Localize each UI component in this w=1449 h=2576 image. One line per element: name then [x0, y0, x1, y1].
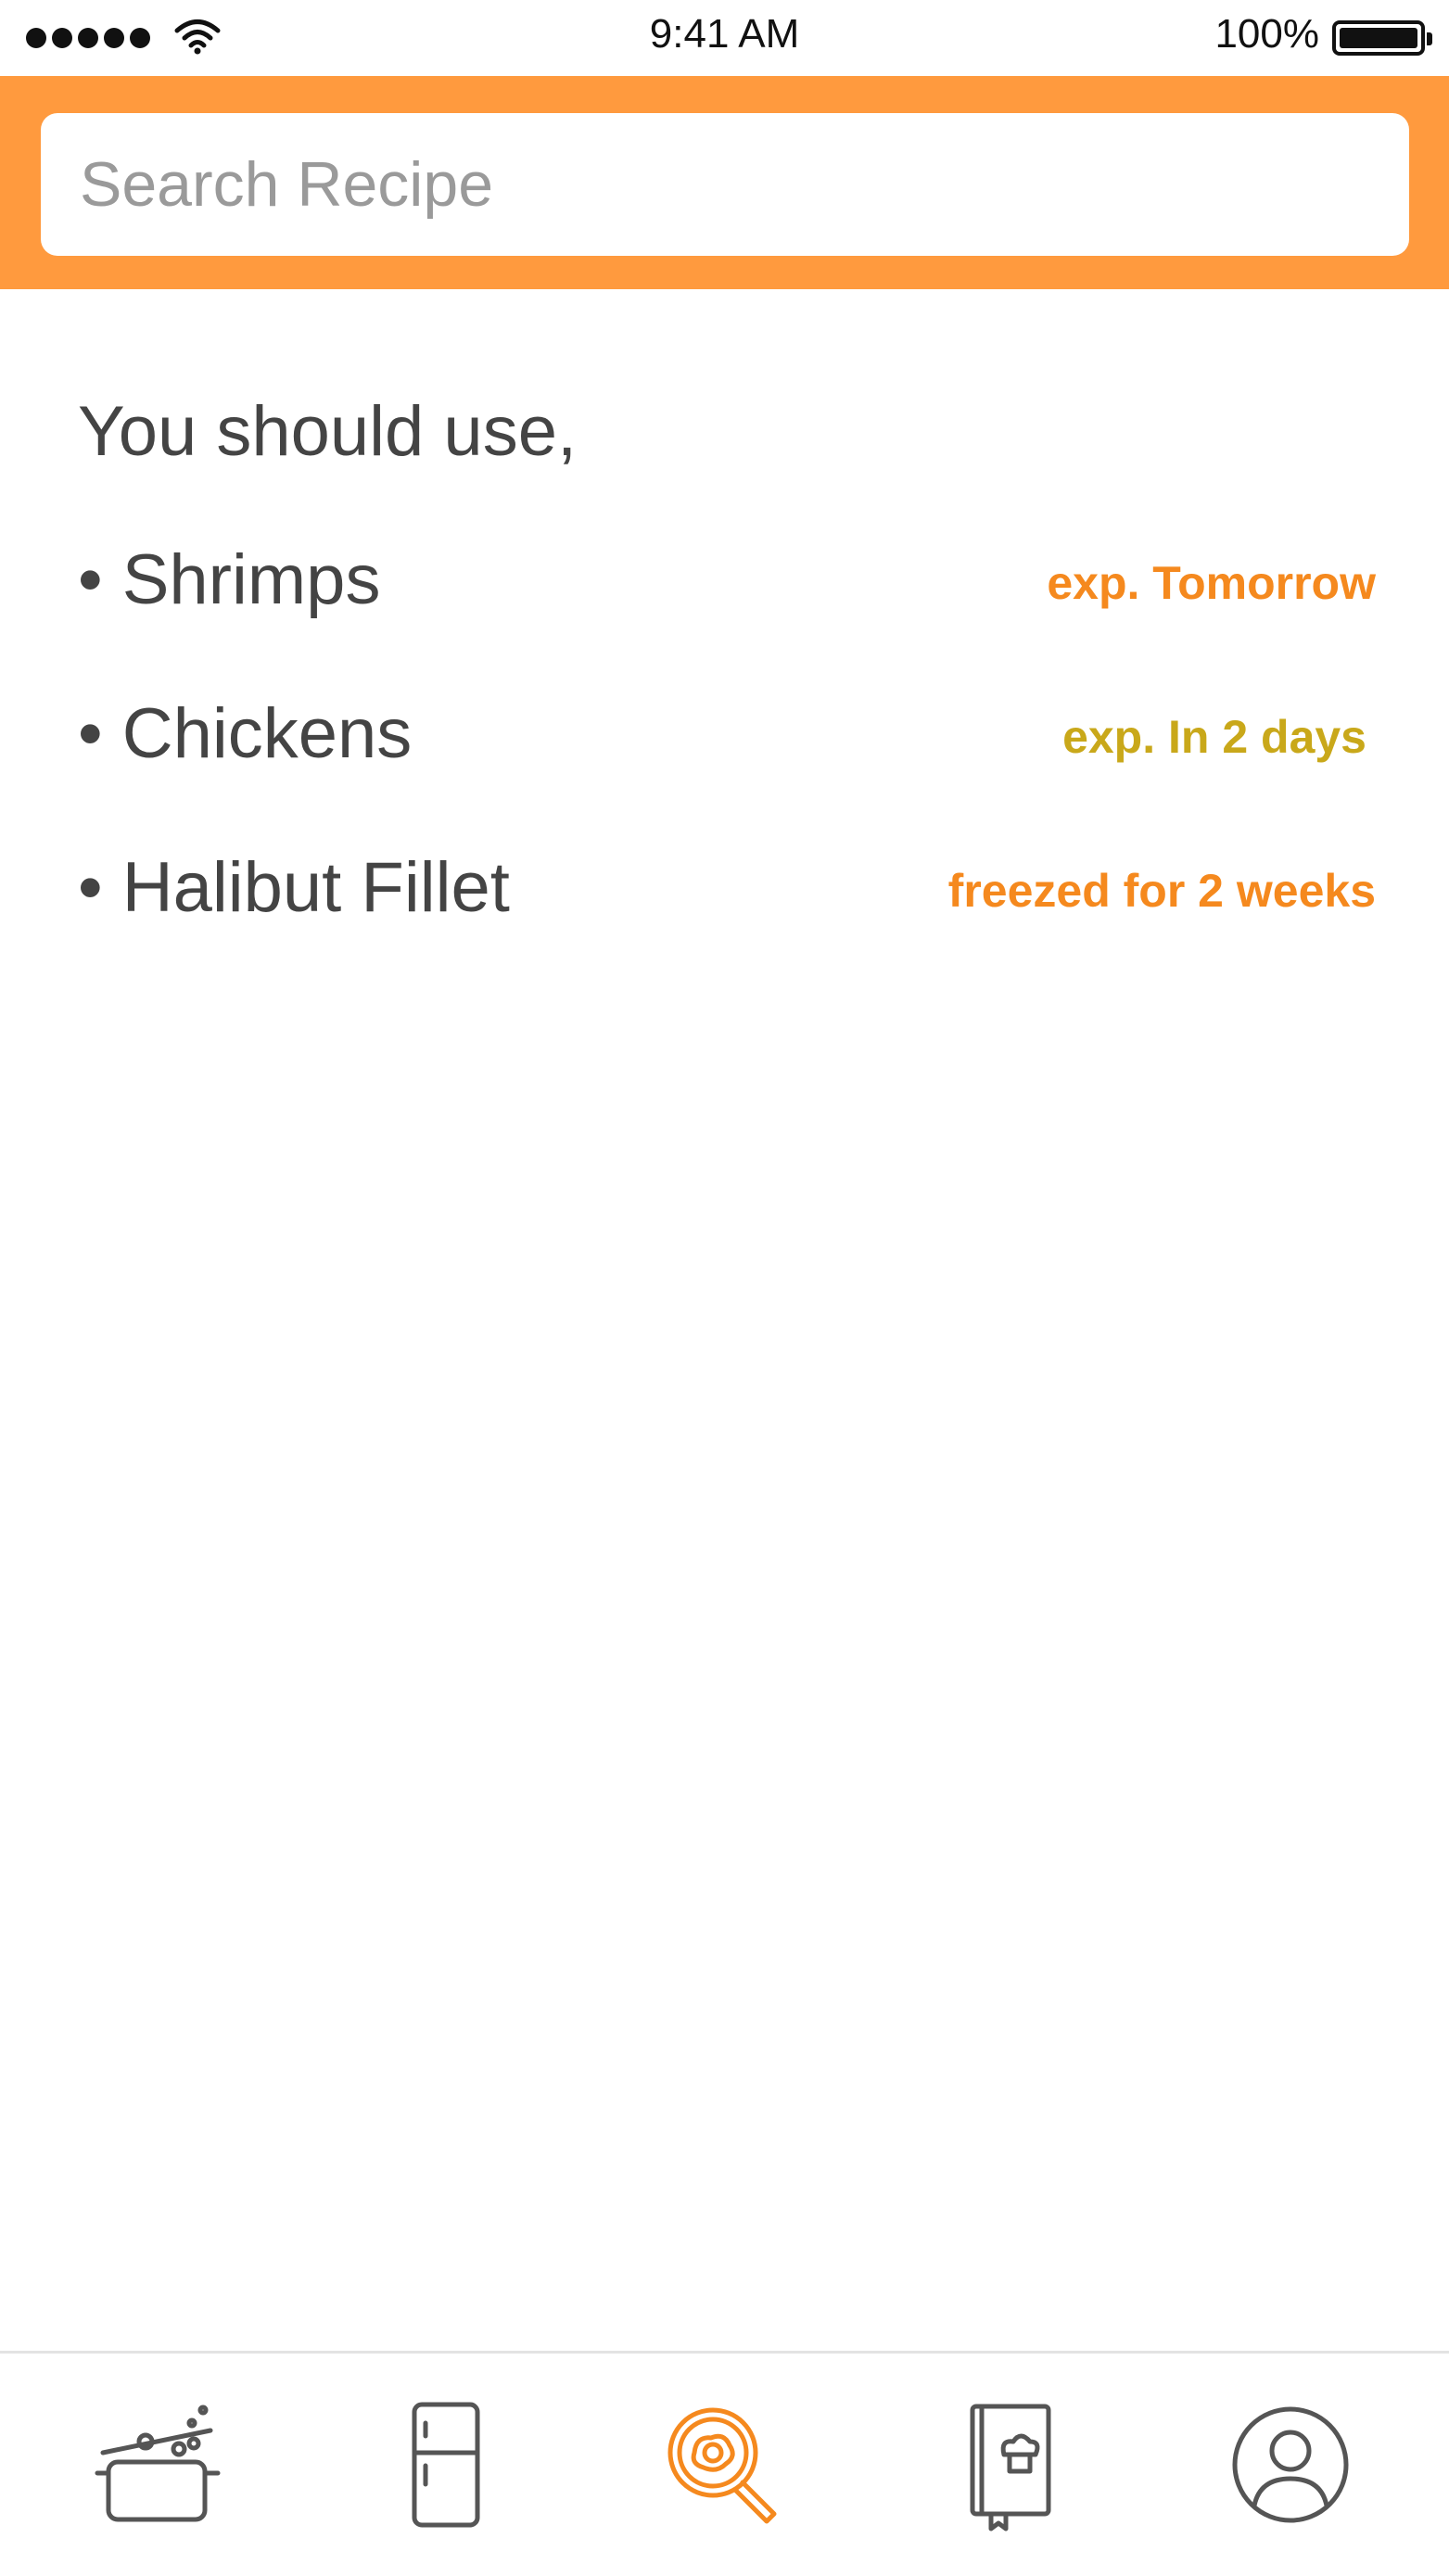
list-item[interactable]: • Halibut Fillet freezed for 2 weeks: [78, 847, 1376, 931]
tab-recipe-book[interactable]: [936, 2391, 1085, 2539]
tab-bar: [0, 2351, 1449, 2576]
expiry-status: freezed for 2 weeks: [947, 865, 1376, 917]
ingredient-name: • Shrimps: [78, 540, 381, 619]
list-item[interactable]: • Chickens exp. In 2 days: [78, 693, 1376, 777]
tab-fridge[interactable]: [371, 2391, 519, 2539]
status-bar: 9:41 AM 100%: [0, 0, 1449, 76]
profile-icon: [1232, 2406, 1349, 2523]
tab-cooking[interactable]: [83, 2391, 232, 2539]
expiry-status: exp. In 2 days: [1062, 711, 1366, 763]
fridge-icon: [412, 2402, 480, 2528]
search-header: [0, 76, 1449, 289]
intro-heading: You should use,: [78, 392, 578, 471]
recipe-book-icon: [970, 2404, 1051, 2532]
battery-icon: [1332, 20, 1432, 56]
tab-profile[interactable]: [1216, 2391, 1365, 2539]
list-item[interactable]: • Shrimps exp. Tomorrow: [78, 539, 1376, 623]
battery-percent: 100%: [1214, 11, 1319, 57]
expiry-status: exp. Tomorrow: [1047, 557, 1376, 609]
ingredient-name: • Halibut Fillet: [78, 848, 510, 927]
search-input[interactable]: [41, 113, 1409, 256]
ingredient-name: • Chickens: [78, 694, 413, 773]
tab-search-recipe[interactable]: [651, 2391, 799, 2539]
search-recipe-icon: [667, 2407, 777, 2524]
app-screen: 9:41 AM 100% You should use, • Shrimps e…: [0, 0, 1449, 2576]
cooking-pot-icon: [95, 2405, 221, 2522]
